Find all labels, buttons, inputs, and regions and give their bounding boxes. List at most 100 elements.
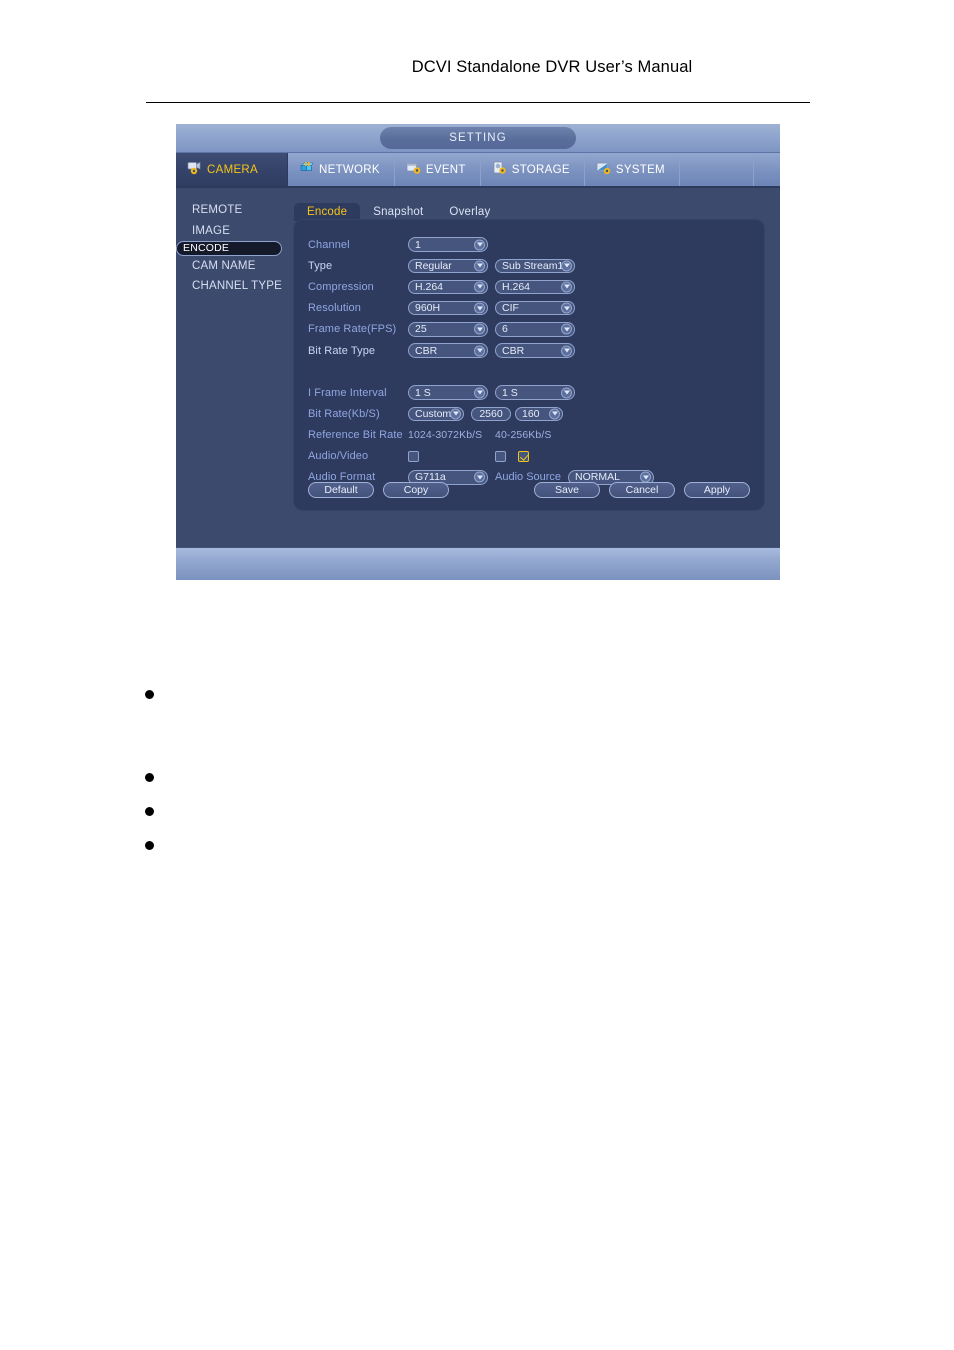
copy-button[interactable]: Copy [383,482,449,498]
chevron-down-icon [561,387,572,399]
apply-button[interactable]: Apply [684,482,750,498]
frame-rate-main-select[interactable]: 25 [408,322,488,337]
compression-label: Compression [308,280,374,293]
i-frame-interval-sub-value: 1 S [502,386,518,399]
document-header: DCVI Standalone DVR User’s Manual [0,58,954,77]
channel-label: Channel [308,238,350,251]
row-frame-rate: Frame Rate(FPS) 25 6 [308,319,661,340]
tab-encode[interactable]: Encode [294,203,361,221]
row-bit-rate: Bit Rate(Kb/S) Custom 2560 160 [308,403,661,424]
window-titlebar: SETTING [176,124,780,153]
sidebar-item-remote[interactable]: REMOTE [176,200,286,221]
bit-rate-type-sub-select[interactable]: CBR [495,343,575,358]
frame-rate-sub-select[interactable]: 6 [495,322,575,337]
i-frame-interval-main-select[interactable]: 1 S [408,385,488,400]
tab-network[interactable]: NETWORK [288,153,395,186]
row-type: Type Regular Sub Stream1 [308,255,661,276]
compression-main-value: H.264 [415,280,444,293]
i-frame-interval-main-value: 1 S [415,386,431,399]
compression-sub-select[interactable]: H.264 [495,279,575,295]
bit-rate-type-sub-value: CBR [502,344,525,357]
bit-rate-label: Bit Rate(Kb/S) [308,407,380,420]
cancel-button[interactable]: Cancel [609,482,675,498]
tab-network-label: NETWORK [319,163,380,176]
list-item [145,807,745,816]
row-channel: Channel 1 [308,234,661,255]
i-frame-interval-sub-select[interactable]: 1 S [495,385,575,400]
type-main-value: Regular [415,259,452,272]
bit-rate-type-label: Bit Rate Type [308,344,376,357]
audio-video-sub-checkbox[interactable] [495,450,506,462]
resolution-label: Resolution [308,302,361,315]
tab-bar-filler [754,153,780,186]
row-i-frame-interval: I Frame Interval 1 S 1 S [308,382,661,403]
sidebar-item-channel-type[interactable]: CHANNEL TYPE [176,276,286,297]
reference-bit-rate-label: Reference Bit Rate [308,429,403,442]
sidebar-item-encode[interactable]: ENCODE [176,241,282,256]
sidebar-item-cam-name[interactable]: CAM NAME [176,256,286,277]
reference-bit-rate-main-value: 1024-3072Kb/S [408,429,483,442]
chevron-down-icon [474,281,485,293]
audio-video-extra-checkbox[interactable] [518,450,529,462]
window-footer-strip [176,547,780,580]
row-reference-bit-rate: Reference Bit Rate 1024-3072Kb/S 40-256K… [308,425,661,446]
chevron-down-icon [561,323,572,335]
bit-rate-main-input[interactable]: 2560 [471,406,511,422]
tab-camera-label: CAMERA [207,163,259,176]
tab-system[interactable]: SYSTEM [585,153,680,186]
chevron-down-icon [450,408,461,420]
resolution-main-value: 960H [415,302,441,315]
chevron-down-icon [474,239,485,251]
tab-camera[interactable]: CAMERA [176,153,288,186]
chevron-down-icon [474,345,485,357]
audio-video-main-checkbox[interactable] [408,450,419,462]
resolution-sub-select[interactable]: CIF [495,300,575,316]
tab-system-label: SYSTEM [615,163,665,176]
type-label: Type [308,259,333,272]
chevron-down-icon [561,345,572,357]
compression-main-select[interactable]: H.264 [408,279,488,295]
dvr-setting-window: SETTING CAMERA NETWORK EVENT STORAGE SYS… [176,124,780,580]
chevron-down-icon [561,281,572,293]
list-item [145,841,745,850]
resolution-sub-value: CIF [502,302,519,315]
row-audio-video: Audio/Video [308,446,661,467]
chevron-down-icon [474,302,485,314]
i-frame-interval-label: I Frame Interval [308,386,387,399]
type-sub-select[interactable]: Sub Stream1 [495,258,575,274]
audio-video-label: Audio/Video [308,450,369,463]
frame-rate-main-value: 25 [415,323,427,336]
window-body: REMOTE IMAGE ENCODE CAM NAME CHANNEL TYP… [176,188,780,558]
chevron-down-icon [474,323,485,335]
tab-overlay[interactable]: Overlay [436,203,503,221]
form-spacer [308,361,661,382]
bit-rate-mode-select[interactable]: Custom [408,406,464,422]
tab-snapshot[interactable]: Snapshot [360,203,436,221]
tab-storage[interactable]: STORAGE [481,153,585,186]
resolution-main-select[interactable]: 960H [408,300,488,316]
tab-empty-slot [680,153,754,186]
type-main-select[interactable]: Regular [408,258,488,274]
bit-rate-type-main-select[interactable]: CBR [408,343,488,358]
bit-rate-mode-value: Custom [415,407,452,420]
bit-rate-sub-select[interactable]: 160 [515,406,563,422]
type-sub-value: Sub Stream1 [502,259,564,272]
save-button[interactable]: Save [534,482,600,498]
chevron-down-icon [561,302,572,314]
tab-event[interactable]: EVENT [395,153,481,186]
chevron-down-icon [474,260,485,272]
row-compression: Compression H.264 H.264 [308,276,661,297]
compression-sub-value: H.264 [502,280,531,293]
bit-rate-sub-value: 160 [522,407,540,420]
chevron-down-icon [561,260,572,272]
header-rule [146,102,810,103]
tab-event-label: EVENT [425,163,466,176]
content-tab-bar: Encode Snapshot Overlay [294,200,503,221]
frame-rate-label: Frame Rate(FPS) [308,323,397,336]
channel-select[interactable]: 1 [408,237,488,252]
encode-panel: Channel 1 Type Regular Sub Stream1 Compr… [294,220,764,510]
page-title: DCVI Standalone DVR User’s Manual [411,58,693,76]
network-icon [299,161,314,178]
chevron-down-icon [474,387,485,399]
default-button[interactable]: Default [308,482,374,498]
